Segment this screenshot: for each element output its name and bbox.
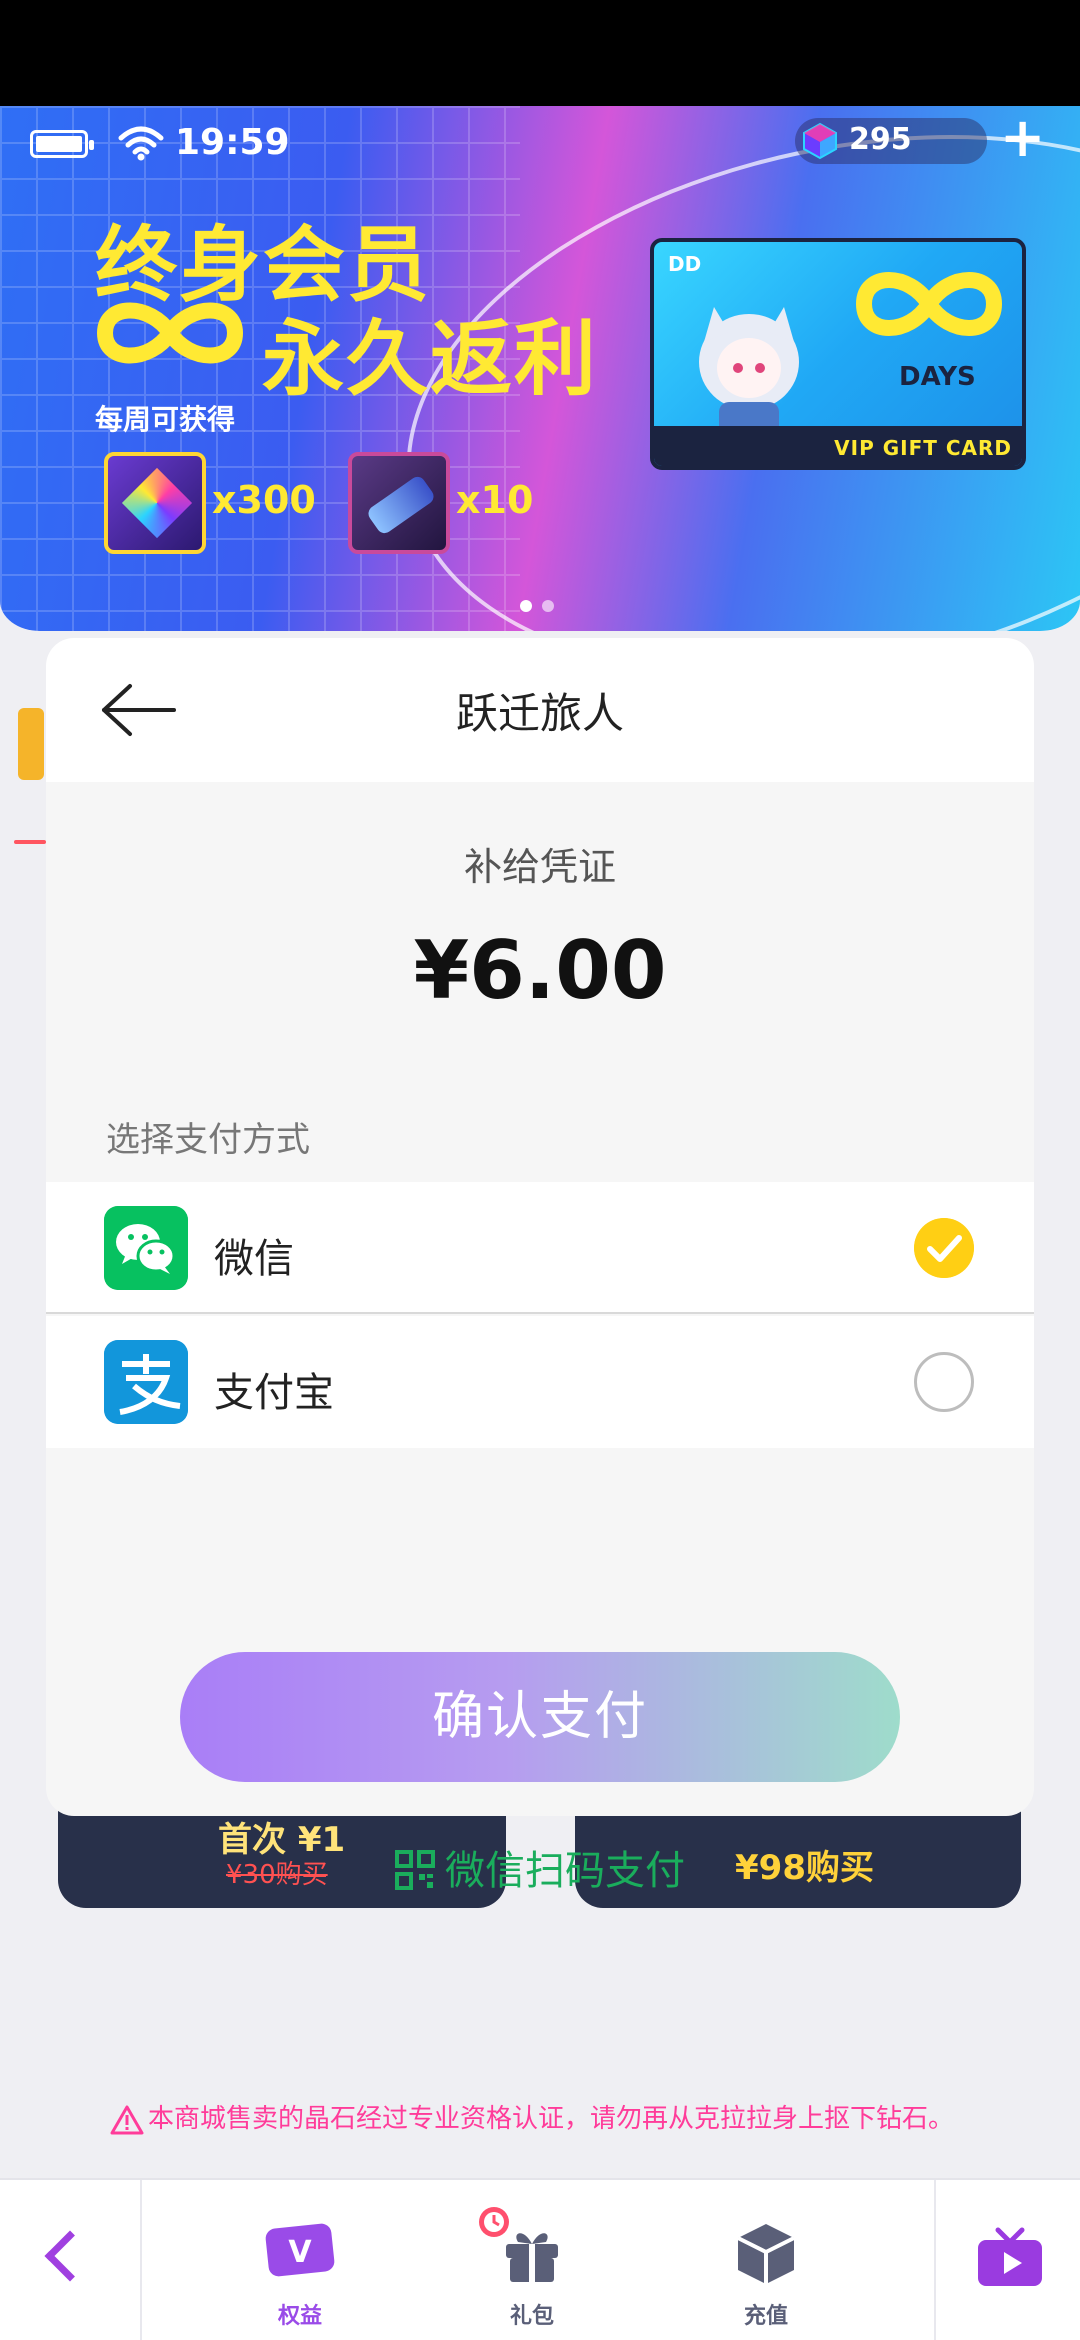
bottom-nav: V 权益 礼包 充值 <box>0 2178 1080 2340</box>
battery-icon <box>30 130 94 158</box>
reward-gem-tile <box>104 452 206 554</box>
page-dot-active <box>520 600 532 612</box>
svg-text:V: V <box>288 2235 312 2270</box>
infinity-icon <box>855 272 1003 336</box>
store-notice: 本商城售卖的晶石经过专业资格认证，请勿再从克拉拉身上抠下钻石。 <box>110 2098 954 2135</box>
vip-icon: V <box>265 2223 335 2277</box>
reward-ticket-qty: x10 <box>456 478 534 522</box>
infinity-icon <box>96 302 244 364</box>
banner-headline-2: 永久返利 <box>262 312 599 407</box>
side-tab-marker <box>18 708 44 780</box>
card-dd-label: DD <box>668 252 702 276</box>
page-dot <box>542 600 554 612</box>
nav-item-benefits[interactable]: V 权益 <box>240 2180 360 2340</box>
device-top-bar <box>0 0 1080 106</box>
product-name: 补给凭证 <box>463 845 616 889</box>
card-days-label: DAYS <box>899 362 976 392</box>
side-tab-underline <box>14 840 46 844</box>
tv-icon <box>978 2227 1042 2286</box>
wifi-icon <box>118 126 164 161</box>
status-time: 19:59 <box>175 122 290 163</box>
nav-item-gift[interactable]: 礼包 <box>472 2180 592 2340</box>
wechat-scan-pay-label: 微信扫码支付 <box>445 1848 685 1894</box>
cube-icon <box>737 2224 795 2284</box>
gift-icon <box>506 2233 558 2282</box>
wechat-scan-pay-link[interactable]: 微信扫码支付 <box>46 1838 1034 1896</box>
payment-option-alipay-label: 支付宝 <box>214 1370 334 1416</box>
card-label: VIP GIFT CARD <box>834 436 1012 460</box>
gem-icon <box>121 467 193 539</box>
vip-gift-card: DD DAYS VIP GIFT CARD <box>650 238 1026 470</box>
gem-count: 295 <box>849 122 912 157</box>
payment-sheet-header: 跃迁旅人 <box>46 638 1034 782</box>
price-amount: ¥6.00 <box>413 924 667 1017</box>
payment-sheet: 跃迁旅人 补给凭证 ¥6.00 选择支付方式 微信 支付宝 确认支付 微信扫码支… <box>46 638 1034 1894</box>
nav-item-recharge[interactable]: 充值 <box>706 2180 826 2340</box>
nav-label-gift: 礼包 <box>509 2304 554 2329</box>
ticket-icon <box>365 473 437 537</box>
nav-label-benefits: 权益 <box>277 2304 322 2329</box>
anime-character-illustration <box>699 307 799 442</box>
gem-balance[interactable]: 295 <box>795 118 987 164</box>
add-gems-button[interactable]: + <box>1000 111 1045 165</box>
alipay-icon <box>104 1340 188 1424</box>
payment-sheet-body: 补给凭证 ¥6.00 选择支付方式 微信 支付宝 确认支付 微信扫码支付 <box>46 782 1034 1894</box>
radio-unselected[interactable] <box>914 1352 974 1412</box>
reward-gem-qty: x300 <box>212 478 316 522</box>
payment-option-alipay[interactable]: 支付宝 <box>46 1316 1034 1448</box>
warning-icon <box>110 2105 144 2134</box>
confirm-payment-button[interactable]: 确认支付 <box>180 1652 900 1782</box>
qr-code-icon <box>395 1850 435 1890</box>
check-selected-icon[interactable] <box>914 1218 974 1278</box>
banner-page-indicator <box>520 597 564 616</box>
payment-option-wechat[interactable]: 微信 <box>46 1182 1034 1314</box>
reward-ticket-tile <box>348 452 450 554</box>
nav-label-recharge: 充值 <box>743 2304 788 2329</box>
nav-back-button[interactable] <box>0 2180 142 2340</box>
payment-option-wechat-label: 微信 <box>214 1236 294 1282</box>
choose-payment-label: 选择支付方式 <box>106 1120 310 1160</box>
gem-icon <box>803 122 837 160</box>
store-notice-text: 本商城售卖的晶石经过专业资格认证，请勿再从克拉拉身上抠下钻石。 <box>148 2104 955 2134</box>
wechat-icon <box>104 1206 188 1290</box>
chevron-left-icon <box>44 2230 96 2282</box>
payment-sheet-title: 跃迁旅人 <box>455 689 624 738</box>
weekly-label: 每周可获得 <box>95 403 236 436</box>
nav-tv-button[interactable] <box>934 2180 1080 2340</box>
